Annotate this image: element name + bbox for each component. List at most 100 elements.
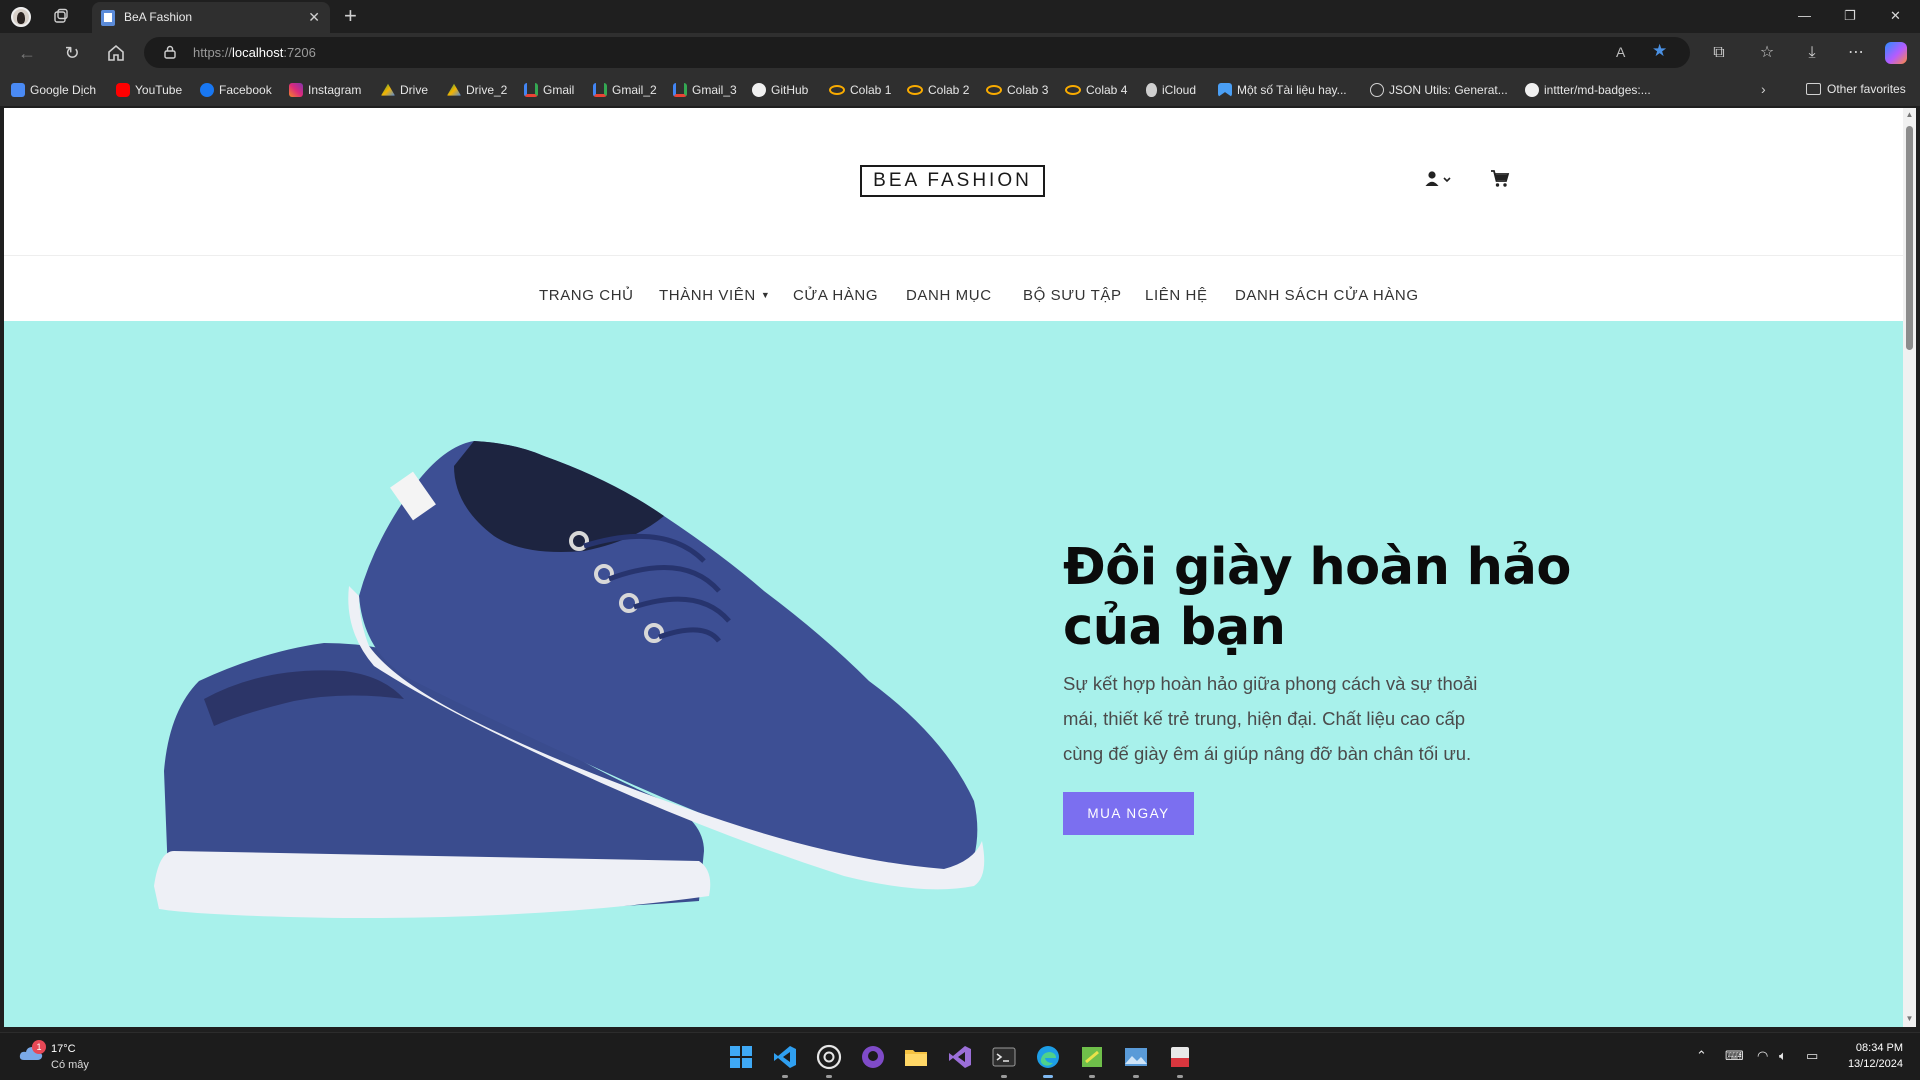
browser-toolbar: ← ↻ https://localhost:7206 A ★ ⧉ ☆ ⤓ ⋯ — [0, 33, 1920, 73]
chatgpt-icon[interactable] — [816, 1044, 842, 1070]
bookmark-icon — [1218, 83, 1232, 97]
weather-temp[interactable]: 17°C — [51, 1043, 76, 1055]
windows-start-icon[interactable] — [728, 1044, 754, 1070]
app-running-indicator — [1133, 1075, 1139, 1078]
nav-danh-muc[interactable]: DANH MỤC — [906, 287, 992, 304]
lock-icon[interactable] — [164, 45, 176, 59]
keyboard-icon[interactable]: ⌨ — [1725, 1048, 1744, 1064]
weather-badge: 1 — [32, 1040, 46, 1054]
url-text[interactable]: https://localhost:7206 — [193, 45, 316, 60]
favorite-drive[interactable]: Drive — [381, 82, 428, 98]
wifi-icon[interactable]: ◠ — [1757, 1048, 1768, 1064]
favorite-gmail[interactable]: Gmail — [524, 82, 574, 98]
cart-icon[interactable] — [1490, 169, 1510, 189]
refresh-icon[interactable]: ↻ — [62, 43, 82, 63]
terminal-icon[interactable] — [991, 1044, 1017, 1070]
user-account-icon[interactable] — [1424, 170, 1452, 188]
favorite-tai-lieu[interactable]: Một số Tài liệu hay... — [1218, 82, 1347, 98]
nav-danh-sach-cua-hang[interactable]: DANH SÁCH CỬA HÀNG — [1235, 287, 1419, 304]
nav-cua-hang[interactable]: CỬA HÀNG — [793, 287, 878, 304]
favorite-facebook[interactable]: Facebook — [200, 82, 272, 98]
active-tab[interactable]: BeA Fashion ✕ — [92, 2, 330, 33]
back-arrow-icon[interactable]: ← — [17, 43, 37, 63]
colab-icon — [907, 85, 923, 95]
visual-studio-icon[interactable] — [947, 1044, 973, 1070]
address-bar[interactable]: https://localhost:7206 A ★ — [144, 37, 1690, 68]
app-running-indicator — [1001, 1075, 1007, 1078]
volume-icon[interactable]: 🔈︎ — [1779, 1048, 1787, 1064]
window-close-button[interactable]: ✕ — [1890, 8, 1901, 24]
chevron-down-icon: ▼ — [760, 290, 771, 300]
favorite-gmail-2[interactable]: Gmail_2 — [593, 82, 657, 98]
vscode-icon[interactable] — [772, 1044, 798, 1070]
file-explorer-icon[interactable] — [903, 1044, 929, 1070]
favorites-icon[interactable]: ☆ — [1757, 43, 1777, 63]
google-translate-icon — [11, 83, 25, 97]
nav-bo-suu-tap[interactable]: BỘ SƯU TẬP — [1023, 287, 1122, 304]
favorite-drive-2[interactable]: Drive_2 — [447, 82, 507, 98]
edge-icon[interactable] — [1035, 1044, 1061, 1070]
github-desktop-icon[interactable] — [860, 1044, 886, 1070]
show-hidden-icons-chevron[interactable]: ⌃ — [1696, 1048, 1707, 1064]
tab-close-icon[interactable]: ✕ — [308, 9, 320, 25]
favorite-colab-3[interactable]: Colab 3 — [986, 82, 1048, 98]
buy-now-button[interactable]: MUA NGAY — [1063, 792, 1194, 835]
favorites-overflow-icon[interactable]: › — [1761, 81, 1766, 97]
favorite-star-icon[interactable]: ★ — [1652, 41, 1667, 61]
favorite-colab-1[interactable]: Colab 1 — [829, 82, 891, 98]
shoe-image — [154, 441, 985, 919]
home-icon[interactable] — [106, 43, 126, 63]
folder-icon — [1806, 83, 1821, 95]
clock-date[interactable]: 13/12/2024 — [1836, 1058, 1903, 1070]
copilot-icon[interactable] — [1885, 42, 1907, 64]
gmail-icon — [673, 83, 687, 97]
weather-condition[interactable]: Có mây — [51, 1059, 89, 1071]
page-scrollbar[interactable]: ▲ ▼ — [1903, 108, 1916, 1027]
nav-trang-chu[interactable]: TRANG CHỦ — [539, 287, 634, 304]
restore-button[interactable]: ❐ — [1844, 8, 1856, 24]
favorite-github[interactable]: GitHub — [752, 82, 808, 98]
colab-icon — [829, 85, 845, 95]
nav-lien-he[interactable]: LIÊN HỆ — [1145, 287, 1208, 304]
new-tab-button[interactable]: + — [344, 4, 357, 28]
app-running-indicator — [826, 1075, 832, 1078]
favorite-colab-2[interactable]: Colab 2 — [907, 82, 969, 98]
colab-icon — [1065, 85, 1081, 95]
extensions-icon[interactable]: ⧉ — [1709, 43, 1729, 63]
favorite-youtube[interactable]: YouTube — [116, 82, 182, 98]
sql-tool-icon[interactable] — [1079, 1044, 1105, 1070]
favorite-json-utils[interactable]: JSON Utils: Generat... — [1370, 82, 1508, 98]
profile-avatar[interactable] — [11, 7, 31, 27]
scroll-down-icon[interactable]: ▼ — [1905, 1015, 1914, 1023]
other-favorites[interactable]: Other favorites — [1806, 82, 1906, 96]
favorite-gmail-3[interactable]: Gmail_3 — [673, 82, 737, 98]
nav-thanh-vien[interactable]: THÀNH VIÊN ▼ — [659, 287, 770, 304]
minimize-button[interactable]: — — [1798, 8, 1811, 24]
windows-taskbar: 1 17°C Có mây ⌃ ⌨ ◠ 🔈︎ ▭ 08:34 PM 13/12/… — [0, 1032, 1920, 1080]
favorite-google-dich[interactable]: Google Dịch — [11, 82, 96, 98]
app-icon[interactable] — [1167, 1044, 1193, 1070]
github-icon — [752, 83, 766, 97]
scroll-thumb[interactable] — [1906, 126, 1913, 350]
site-header: BEA FASHION — [4, 108, 1903, 256]
more-menu-icon[interactable]: ⋯ — [1846, 43, 1866, 63]
favorite-md-badges[interactable]: inttter/md-badges:... — [1525, 82, 1651, 98]
favorite-instagram[interactable]: Instagram — [289, 82, 361, 98]
scroll-up-icon[interactable]: ▲ — [1905, 111, 1914, 119]
hero-description: Sự kết hợp hoàn hảo giữa phong cách và s… — [1063, 673, 1478, 764]
favorite-icloud[interactable]: iCloud — [1146, 82, 1196, 98]
site-logo[interactable]: BEA FASHION — [860, 165, 1045, 197]
clock-time[interactable]: 08:34 PM — [1848, 1042, 1903, 1054]
read-aloud-icon[interactable]: A — [1616, 44, 1625, 60]
gmail-icon — [593, 83, 607, 97]
page-favicon-icon — [101, 10, 115, 26]
favorite-colab-4[interactable]: Colab 4 — [1065, 82, 1127, 98]
photos-icon[interactable] — [1123, 1044, 1149, 1070]
downloads-icon[interactable]: ⤓ — [1802, 43, 1822, 63]
workspaces-icon[interactable] — [53, 8, 69, 24]
main-nav: TRANG CHỦ THÀNH VIÊN ▼ CỬA HÀNG DANH MỤC … — [4, 257, 1903, 321]
facebook-icon — [200, 83, 214, 97]
app-active-indicator — [1043, 1075, 1053, 1078]
drive-icon — [381, 83, 395, 96]
battery-icon[interactable]: ▭ — [1806, 1048, 1818, 1064]
